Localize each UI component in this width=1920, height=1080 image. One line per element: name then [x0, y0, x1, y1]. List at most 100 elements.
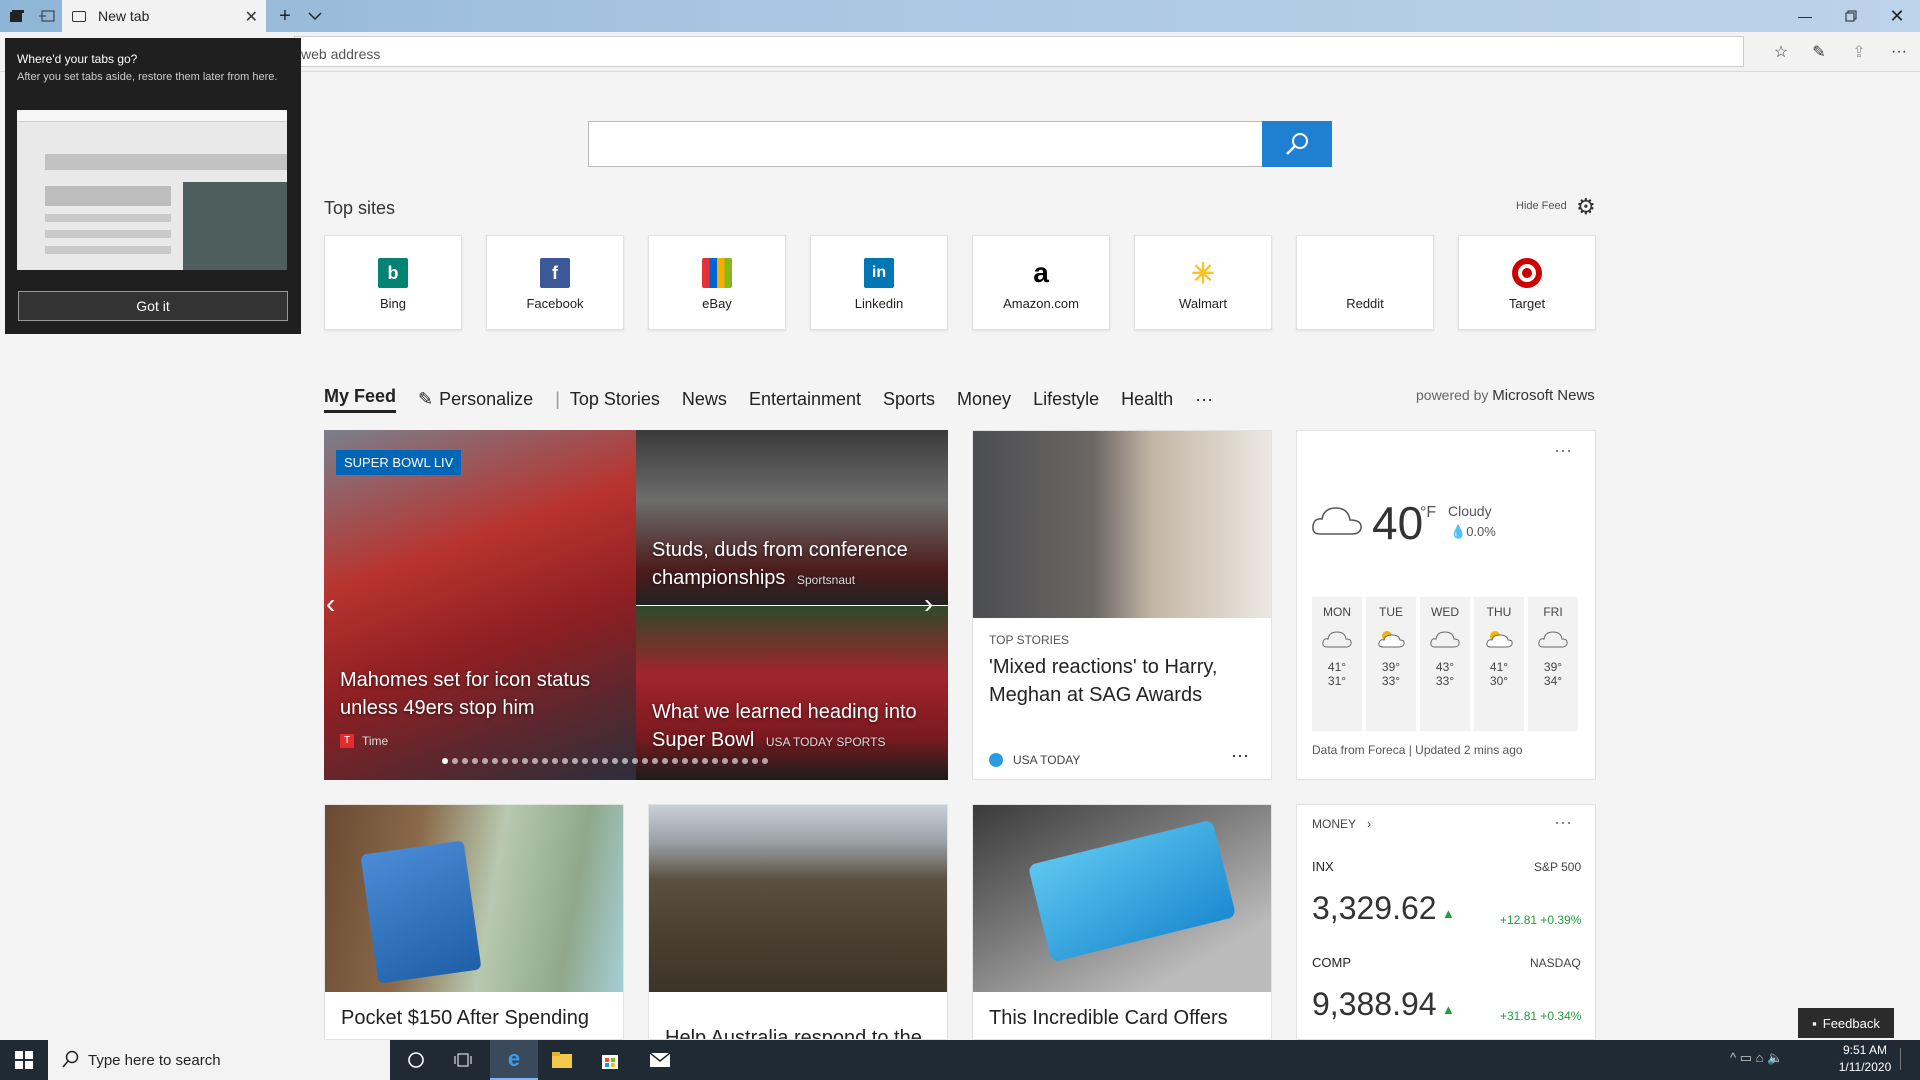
search-icon [62, 1050, 80, 1072]
favorites-star-icon[interactable]: ☆ [1766, 40, 1796, 64]
tab-new-tab[interactable]: New tab ✕ [62, 0, 266, 32]
story-title[interactable]: 'Mixed reactions' to Harry, Meghan at SA… [989, 653, 1259, 709]
source-label: USA TODAY [1013, 753, 1081, 767]
more-menu-icon[interactable]: ··· [1884, 40, 1914, 64]
close-tab-icon[interactable]: ✕ [245, 7, 258, 27]
got-it-button[interactable]: Got it [18, 291, 288, 321]
card-image [325, 805, 623, 992]
hide-feed-link[interactable]: Hide Feed [1516, 200, 1567, 212]
search-button[interactable] [1262, 121, 1332, 167]
hero-bottom-image[interactable]: What we learned heading into Super Bowl … [636, 606, 948, 780]
hero-top-title: Studs, duds from conference championship… [652, 539, 908, 589]
tab-top-stories[interactable]: Top Stories [570, 389, 660, 410]
bing-logo-icon: b [378, 258, 408, 288]
money-more-icon[interactable]: ··· [1554, 812, 1572, 833]
top-site-amazon[interactable]: a Amazon.com [972, 235, 1110, 330]
store-icon[interactable] [586, 1040, 634, 1080]
top-site-target[interactable]: Target [1458, 235, 1596, 330]
site-label: eBay [702, 296, 732, 311]
top-site-reddit[interactable]: Reddit [1296, 235, 1434, 330]
card-title[interactable]: Pocket $150 After Spending [341, 1007, 589, 1030]
tab-title: New tab [98, 8, 150, 24]
tab-personalize[interactable]: ✎ Personalize [418, 389, 533, 410]
edge-taskbar-icon[interactable]: e [490, 1040, 538, 1080]
task-view-icon[interactable] [440, 1040, 488, 1080]
feedback-button[interactable]: ▪ Feedback [1798, 1008, 1894, 1038]
hero-bottom-caption[interactable]: What we learned heading into Super Bowl … [652, 698, 942, 756]
top-site-facebook[interactable]: f Facebook [486, 235, 624, 330]
chevron-right-icon: › [1367, 817, 1372, 831]
hero-main-image[interactable]: SUPER BOWL LIV Mahomes set for icon stat… [324, 430, 636, 780]
share-icon[interactable]: ⇪ [1844, 40, 1874, 64]
tab-news[interactable]: News [682, 389, 727, 410]
tabs-aside-icon[interactable] [2, 4, 32, 28]
hero-main-title[interactable]: Mahomes set for icon status unless 49ers… [340, 666, 620, 722]
day-name: TUE [1379, 605, 1403, 619]
day-name: MON [1323, 605, 1351, 619]
new-tab-plus-icon[interactable]: + [270, 4, 300, 28]
address-input[interactable]: web address [294, 36, 1744, 67]
stock-symbol: INX [1312, 859, 1334, 874]
card-title[interactable]: This Incredible Card Offers [989, 1007, 1228, 1030]
news-card[interactable]: Pocket $150 After Spending [324, 804, 624, 1040]
top-site-ebay[interactable]: eBay [648, 235, 786, 330]
hero-top-caption[interactable]: Studs, duds from conference championship… [652, 536, 942, 594]
web-search-input[interactable] [588, 121, 1332, 167]
site-label: Bing [379, 296, 407, 311]
file-explorer-icon[interactable] [538, 1040, 586, 1080]
story-more-icon[interactable]: ··· [1231, 745, 1249, 766]
forecast-day[interactable]: FRI 39° 34° [1528, 597, 1578, 731]
carousel-dots[interactable] [442, 758, 768, 764]
cloud-icon [1310, 496, 1364, 545]
news-card[interactable]: Help Australia respond to the [648, 804, 948, 1040]
linkedin-logo-icon: in [864, 258, 894, 288]
day-low: 30° [1489, 674, 1509, 688]
notification-icon[interactable] [1900, 1048, 1914, 1070]
tab-lifestyle[interactable]: Lifestyle [1033, 389, 1099, 410]
weather-temp: 40 [1372, 497, 1424, 549]
feed-nav: My Feed ✎ Personalize | Top Stories News … [324, 384, 1235, 414]
forecast-day[interactable]: TUE 39° 33° [1366, 597, 1416, 731]
forecast-day[interactable]: MON 41° 31° [1312, 597, 1362, 731]
taskbar-search-input[interactable]: Type here to search [48, 1040, 390, 1080]
weather-precip: 💧0.0% [1450, 524, 1496, 540]
top-story-card[interactable]: TOP STORIES 'Mixed reactions' to Harry, … [972, 430, 1272, 780]
chevron-down-icon[interactable] [300, 4, 330, 28]
carousel-prev-icon[interactable]: ‹ [326, 588, 335, 620]
carousel-next-icon[interactable]: › [924, 588, 933, 620]
windows-start-icon[interactable] [0, 1040, 48, 1080]
set-tabs-aside-icon[interactable] [32, 4, 62, 28]
close-window-button[interactable]: ✕ [1874, 0, 1920, 32]
tab-more[interactable]: ··· [1195, 389, 1213, 410]
cortana-icon[interactable] [392, 1040, 440, 1080]
tab-entertainment[interactable]: Entertainment [749, 389, 861, 410]
restore-button[interactable] [1828, 0, 1874, 32]
weather-footer: Data from Foreca | Updated 2 mins ago [1312, 743, 1523, 757]
taskbar-clock[interactable]: 9:51 AM 1/11/2020 [1830, 1042, 1900, 1076]
gear-icon[interactable]: ⚙ [1576, 194, 1596, 220]
tab-my-feed[interactable]: My Feed [324, 386, 397, 413]
stock-name: NASDAQ [1530, 956, 1581, 970]
top-site-linkedin[interactable]: in Linkedin [810, 235, 948, 330]
tab-sports[interactable]: Sports [883, 389, 935, 410]
pen-notes-icon[interactable]: ✎ [1804, 40, 1834, 64]
money-header[interactable]: MONEY › [1312, 817, 1371, 831]
amazon-logo-icon: a [1033, 257, 1049, 288]
top-site-walmart[interactable]: ✳ Walmart [1134, 235, 1272, 330]
day-name: WED [1431, 605, 1459, 619]
tab-health[interactable]: Health [1121, 389, 1173, 410]
mail-icon[interactable] [636, 1040, 684, 1080]
tab-money[interactable]: Money [957, 389, 1011, 410]
weather-more-icon[interactable]: ··· [1554, 440, 1572, 461]
forecast-day[interactable]: WED 43° 33° [1420, 597, 1470, 731]
card-title[interactable]: Help Australia respond to the [665, 1027, 922, 1039]
stock-symbol: COMP [1312, 955, 1351, 970]
minimize-button[interactable]: — [1782, 0, 1828, 32]
top-sites-label: Top sites [324, 198, 396, 218]
hero-top-image[interactable]: Studs, duds from conference championship… [636, 430, 948, 605]
forecast-day[interactable]: THU 41° 30° [1474, 597, 1524, 731]
top-site-bing[interactable]: b Bing [324, 235, 462, 330]
system-tray-icons[interactable]: ^ ▭ ⌂ 🔈 [1730, 1050, 1783, 1066]
news-card[interactable]: This Incredible Card Offers [972, 804, 1272, 1040]
change-pct: +0.39% [1540, 913, 1582, 927]
